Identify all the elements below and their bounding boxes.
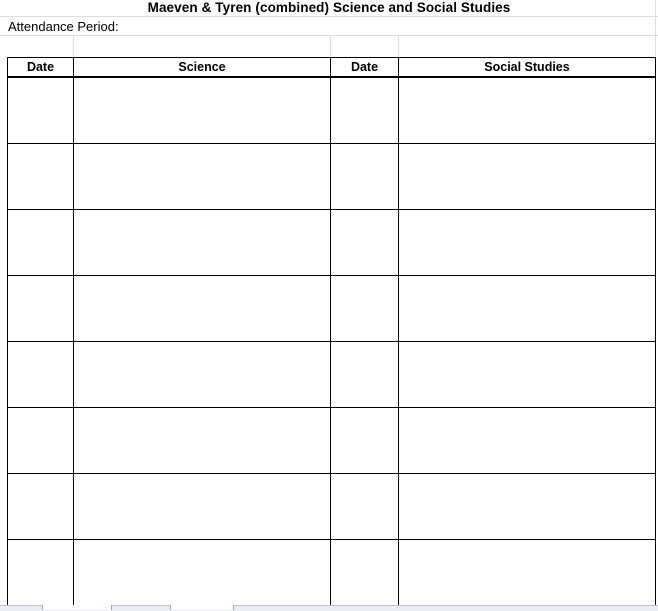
gridline <box>73 36 74 57</box>
table-row <box>7 407 656 474</box>
cell-social-studies[interactable] <box>398 275 656 342</box>
header-date-social-studies: Date <box>330 57 399 78</box>
cell-date-social-studies[interactable] <box>330 209 399 276</box>
gridline <box>398 36 399 57</box>
cell-social-studies[interactable] <box>398 143 656 210</box>
cell-date-science[interactable] <box>7 143 74 210</box>
cell-science[interactable] <box>73 341 331 408</box>
header-date-science: Date <box>7 57 74 78</box>
cell-date-science[interactable] <box>7 209 74 276</box>
cell-science[interactable] <box>73 143 331 210</box>
table-row <box>7 143 656 210</box>
gridline <box>330 36 331 57</box>
attendance-table: Date Science Date Social Studies <box>7 57 656 606</box>
cell-social-studies[interactable] <box>398 76 656 144</box>
table-row <box>7 76 656 144</box>
cell-date-social-studies[interactable] <box>330 341 399 408</box>
cell-date-science[interactable] <box>7 473 74 540</box>
cell-social-studies[interactable] <box>398 473 656 540</box>
table-row <box>7 275 656 342</box>
cell-science[interactable] <box>73 539 331 606</box>
cell-date-science[interactable] <box>7 407 74 474</box>
table-row <box>7 341 656 408</box>
cell-date-science[interactable] <box>7 341 74 408</box>
cell-science[interactable] <box>73 407 331 474</box>
cell-date-science[interactable] <box>7 275 74 342</box>
cell-science[interactable] <box>73 275 331 342</box>
header-social-studies: Social Studies <box>398 57 656 78</box>
table-row <box>7 539 656 606</box>
attendance-period-label[interactable]: Attendance Period: <box>8 18 119 36</box>
cell-date-social-studies[interactable] <box>330 539 399 606</box>
table-row <box>7 473 656 540</box>
table-header-row: Date Science Date Social Studies <box>7 57 656 78</box>
cell-date-social-studies[interactable] <box>330 76 399 144</box>
page-title: Maeven & Tyren (combined) Science and So… <box>147 0 511 15</box>
cell-date-social-studies[interactable] <box>330 473 399 540</box>
cell-date-social-studies[interactable] <box>330 407 399 474</box>
cell-science[interactable] <box>73 209 331 276</box>
sheet-tab[interactable] <box>170 605 234 610</box>
cell-date-science[interactable] <box>7 539 74 606</box>
gridline <box>0 16 658 17</box>
spreadsheet-page: Maeven & Tyren (combined) Science and So… <box>0 0 658 611</box>
table-row <box>7 209 656 276</box>
header-science: Science <box>73 57 331 78</box>
cell-social-studies[interactable] <box>398 539 656 606</box>
cell-date-social-studies[interactable] <box>330 143 399 210</box>
cell-social-studies[interactable] <box>398 209 656 276</box>
cell-date-social-studies[interactable] <box>330 275 399 342</box>
table-body <box>7 76 656 606</box>
cell-social-studies[interactable] <box>398 341 656 408</box>
cell-science[interactable] <box>73 76 331 144</box>
cell-science[interactable] <box>73 473 331 540</box>
sheet-tab[interactable] <box>42 605 112 610</box>
cell-date-science[interactable] <box>7 76 74 144</box>
cell-social-studies[interactable] <box>398 407 656 474</box>
